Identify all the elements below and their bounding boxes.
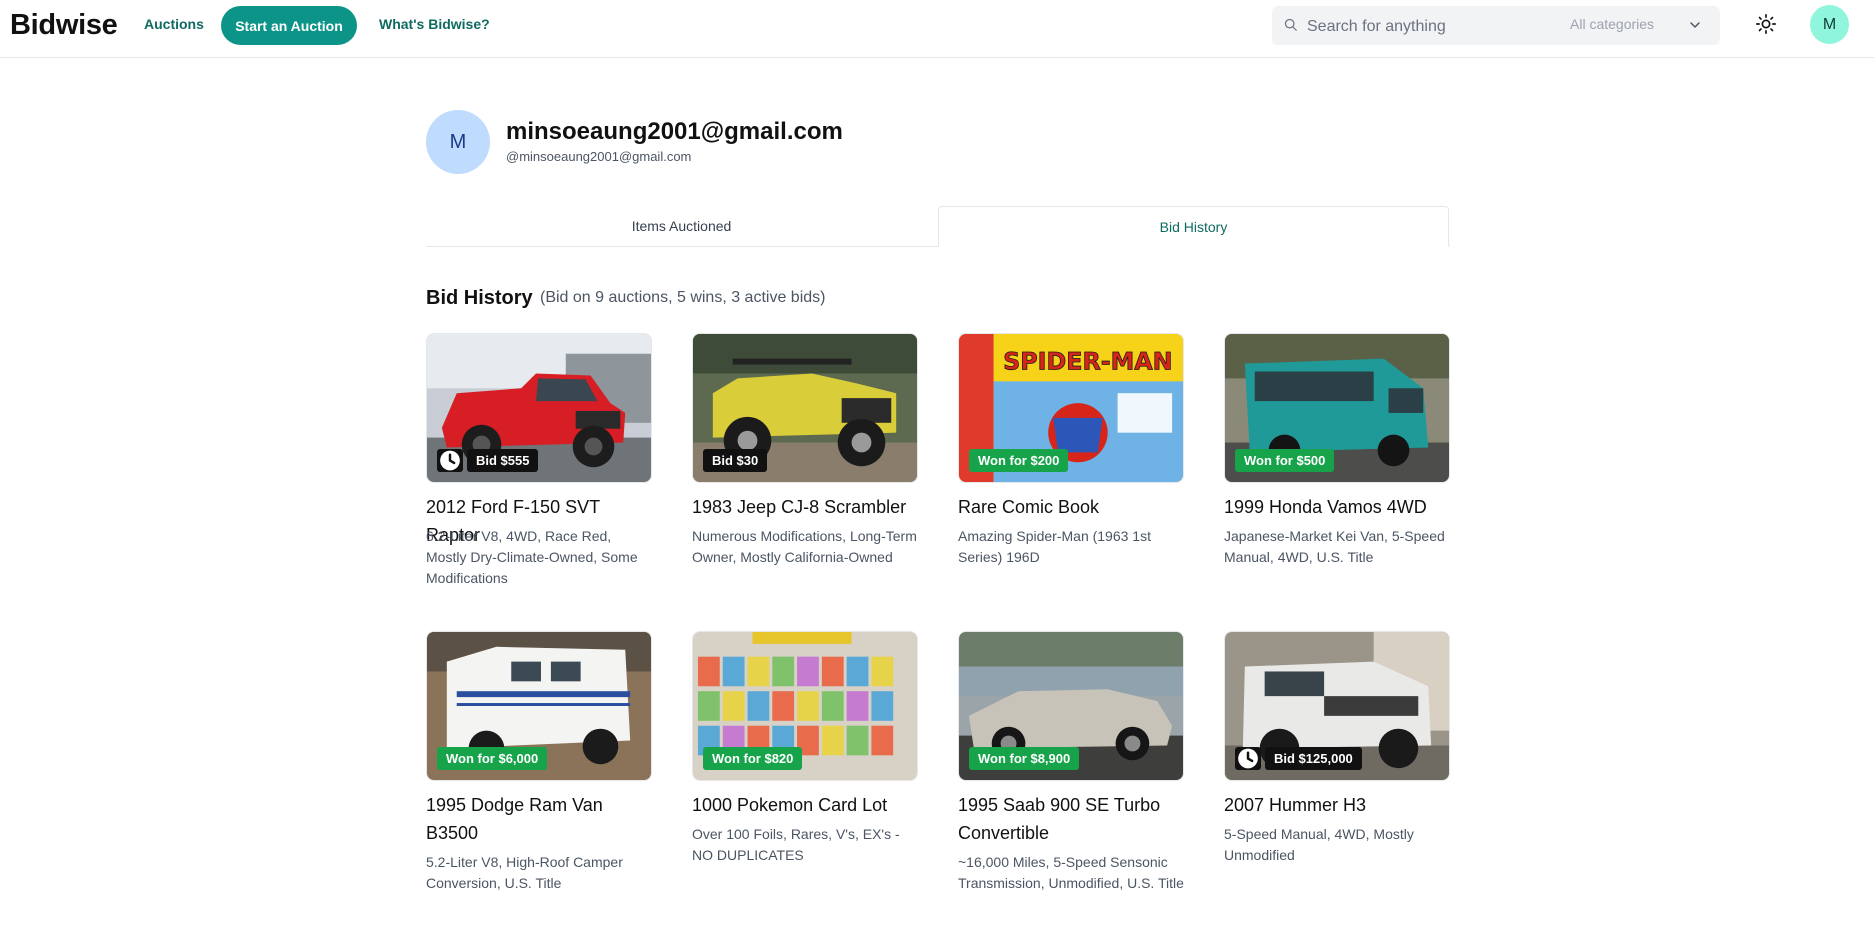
card-title[interactable]: 1995 Saab 900 SE Turbo Convertible <box>958 791 1184 847</box>
clock-icon <box>437 449 463 472</box>
card-description: ~16,000 Miles, 5-Speed Sensonic Transmis… <box>958 854 1184 891</box>
card-description: 5-Speed Manual, 4WD, Mostly Unmodified <box>1224 826 1414 863</box>
card-badges: Won for $500 <box>1235 449 1335 472</box>
category-select[interactable]: All categories <box>1570 16 1705 36</box>
card-title[interactable]: 1999 Honda Vamos 4WD <box>1224 493 1450 521</box>
start-auction-button[interactable]: Start an Auction <box>221 6 357 45</box>
card-title[interactable]: 1995 Dodge Ram Van B3500 <box>426 791 652 847</box>
tab-items-auctioned[interactable]: Items Auctioned <box>426 206 937 246</box>
sun-icon[interactable] <box>1755 13 1777 35</box>
card-image: Won for $820 <box>692 631 918 781</box>
section-title: Bid History <box>426 287 533 309</box>
section-subtitle: (Bid on 9 auctions, 5 wins, 3 active bid… <box>540 289 826 306</box>
won-status-badge: Won for $8,900 <box>969 747 1080 770</box>
card-description: Over 100 Foils, Rares, V's, EX's - NO DU… <box>692 826 900 863</box>
comic-title-text: SPIDER-MAN <box>1003 348 1172 376</box>
search-icon <box>1284 18 1297 31</box>
won-status-badge: Won for $820 <box>703 747 803 770</box>
bid-status-badge: Bid $125,000 <box>1265 747 1362 770</box>
won-status-badge: Won for $6,000 <box>437 747 548 770</box>
card-title[interactable]: Rare Comic Book <box>958 493 1184 521</box>
card-badges: Bid $30 <box>703 449 768 472</box>
profile-handle: @minsoeaung2001@gmail.com <box>506 149 692 164</box>
profile-name: minsoeaung2001@gmail.com <box>506 118 843 145</box>
user-avatar[interactable]: M <box>1810 5 1849 44</box>
card-image: Won for $500 <box>1224 333 1450 483</box>
card-description: Japanese-Market Kei Van, 5-Speed Manual,… <box>1224 528 1445 565</box>
card-badges: Bid $125,000 <box>1235 747 1362 770</box>
card-badges: Bid $555 <box>437 449 539 472</box>
profile-avatar: M <box>426 110 490 174</box>
card-description: 6.2-Liter V8, 4WD, Race Red, Mostly Dry-… <box>426 528 638 586</box>
chevron-down-icon <box>1690 22 1700 28</box>
card-badges: Won for $200 <box>969 449 1069 472</box>
top-nav-bar: Bidwise Auctions Start an Auction What's… <box>0 0 1874 58</box>
nav-whats-bidwise-link[interactable]: What's Bidwise? <box>379 16 490 32</box>
bid-status-badge: Bid $555 <box>467 449 539 472</box>
card-description: Numerous Modifications, Long-Term Owner,… <box>692 528 917 565</box>
category-select-value: All categories <box>1570 16 1655 32</box>
card-image: Bid $125,000 <box>1224 631 1450 781</box>
search-bar: All categories <box>1272 6 1720 45</box>
clock-icon <box>1235 747 1261 770</box>
card-image: Bid $30 <box>692 333 918 483</box>
profile-tabs: Items Auctioned Bid History <box>426 206 1450 247</box>
bidwise-logo[interactable]: Bidwise <box>10 9 118 42</box>
card-badges: Won for $6,000 <box>437 747 548 770</box>
card-badges: Won for $8,900 <box>969 747 1080 770</box>
card-badges: Won for $820 <box>703 747 803 770</box>
card-title[interactable]: 1983 Jeep CJ-8 Scrambler <box>692 493 918 521</box>
card-image: Bid $555 <box>426 333 652 483</box>
card-title[interactable]: 2007 Hummer H3 <box>1224 791 1450 819</box>
card-image: Won for $8,900 <box>958 631 1184 781</box>
card-image: Won for $6,000 <box>426 631 652 781</box>
bid-status-badge: Bid $30 <box>703 449 768 472</box>
card-description: Amazing Spider-Man (1963 1st Series) 196… <box>958 528 1151 565</box>
card-description: 5.2-Liter V8, High-Roof Camper Conversio… <box>426 854 623 891</box>
won-status-badge: Won for $200 <box>969 449 1069 472</box>
search-input[interactable] <box>1305 15 1539 39</box>
tab-bid-history[interactable]: Bid History <box>938 206 1449 247</box>
nav-auctions-link[interactable]: Auctions <box>144 16 204 32</box>
card-title[interactable]: 1000 Pokemon Card Lot <box>692 791 918 819</box>
won-status-badge: Won for $500 <box>1235 449 1335 472</box>
card-image: SPIDER-MAN Won for $200 <box>958 333 1184 483</box>
